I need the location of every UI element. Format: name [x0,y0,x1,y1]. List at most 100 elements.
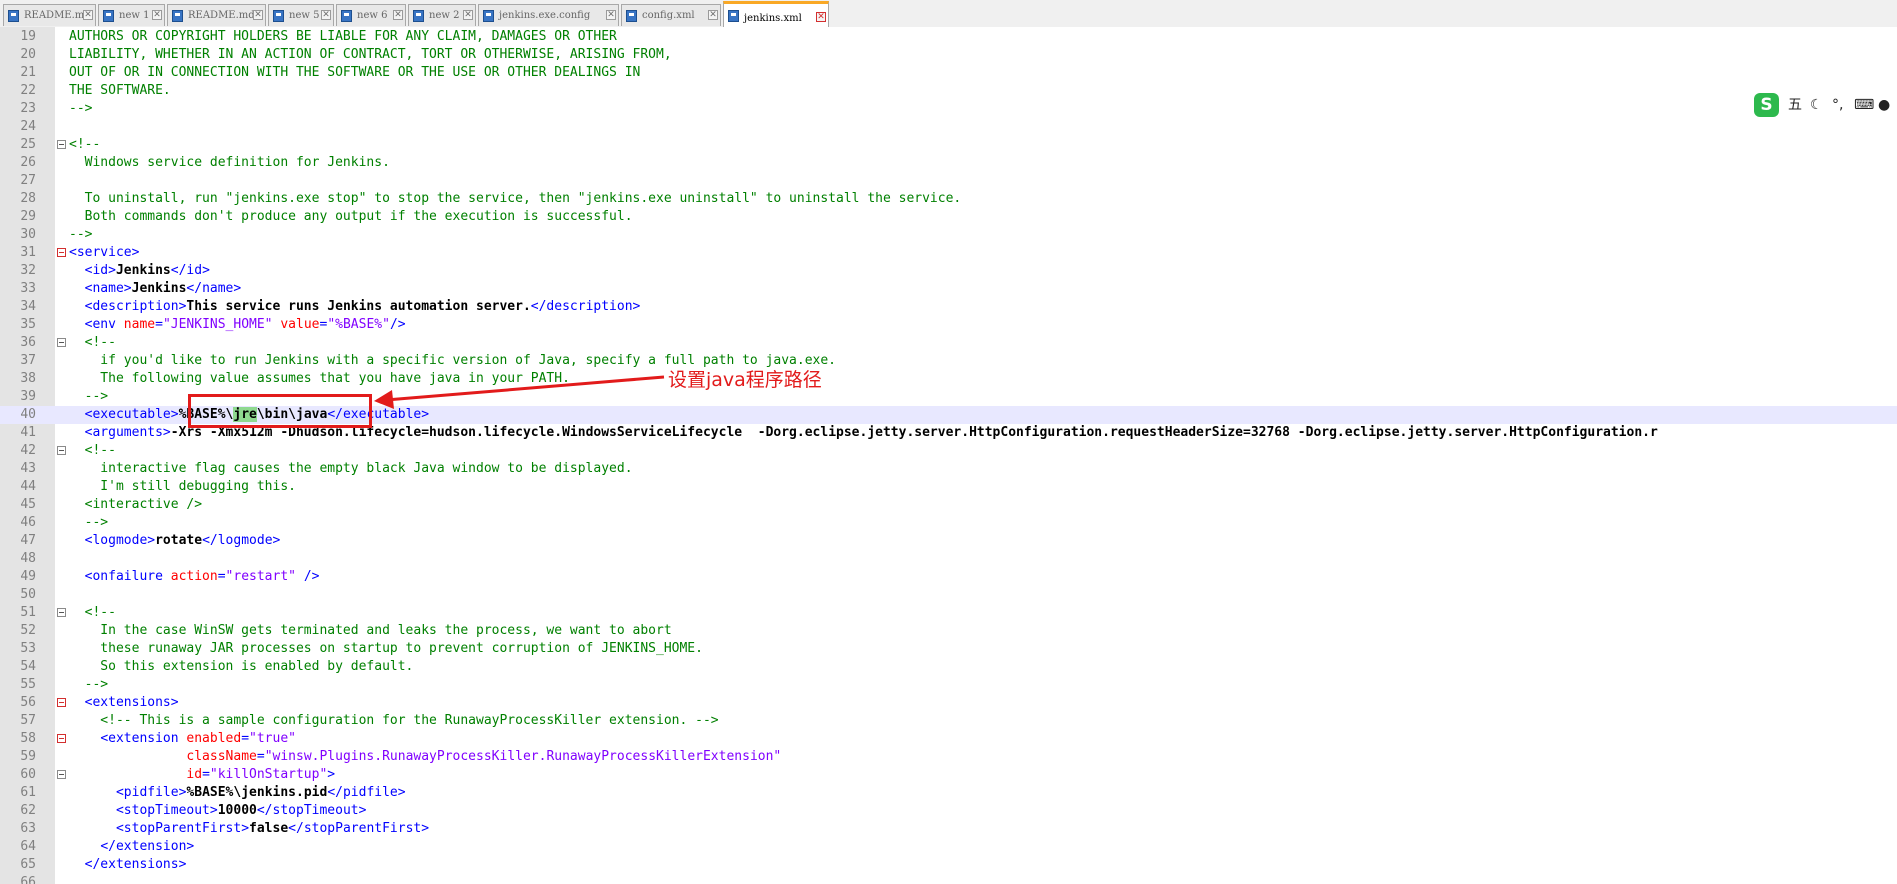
code-line[interactable]: 63 <stopParentFirst>false</stopParentFir… [0,820,1897,838]
close-icon[interactable]: ✕ [463,10,473,20]
tab-8[interactable]: config.xml ✕ [621,4,721,26]
close-icon[interactable]: ✕ [152,10,162,20]
tab-6[interactable]: new 2 ✕ [408,4,476,26]
code-line[interactable]: 52 In the case WinSW gets terminated and… [0,622,1897,640]
code-line[interactable]: 33 <name>Jenkins</name> [0,280,1897,298]
punctuation-icon[interactable]: °, [1832,95,1843,115]
code-line[interactable]: 30 --> [0,226,1897,244]
tab-4[interactable]: new 5 ✕ [268,4,334,26]
code-line[interactable]: 57 <!-- This is a sample configuration f… [0,712,1897,730]
fold-toggle-icon[interactable] [57,248,66,257]
code-token: = [202,767,210,782]
fold-toggle-icon[interactable] [57,770,66,779]
code-line[interactable]: 60 id="killOnStartup"> [0,766,1897,784]
close-icon[interactable]: ✕ [708,10,718,20]
code-line[interactable]: 34 <description>This service runs Jenkin… [0,298,1897,316]
fold-toggle-icon[interactable] [57,140,66,149]
code-line[interactable]: 46 --> [0,514,1897,532]
tab-label: README.md [24,10,91,21]
close-icon[interactable]: ✕ [816,12,826,22]
code-line[interactable]: 59 className="winsw.Plugins.RunawayProce… [0,748,1897,766]
ime-toolbar[interactable]: S 五 ☾ °, ⌨ ● [1752,91,1897,119]
code-line[interactable]: 28 To uninstall, run "jenkins.exe stop" … [0,190,1897,208]
line-number: 21 [20,65,36,80]
code-line[interactable]: 37 if you'd like to run Jenkins with a s… [0,352,1897,370]
fold-toggle-icon[interactable] [57,446,66,455]
line-number: 37 [20,353,36,368]
close-icon[interactable]: ✕ [393,10,403,20]
code-line[interactable]: 54 So this extension is enabled by defau… [0,658,1897,676]
code-line[interactable]: 64 </extension> [0,838,1897,856]
code-line[interactable]: 51 <!-- [0,604,1897,622]
input-mode-indicator[interactable]: 五 [1788,95,1802,115]
code-token: = [217,569,226,584]
code-line[interactable]: 36 <!-- [0,334,1897,352]
moon-icon[interactable]: ☾ [1810,95,1823,115]
code-token: </pidfile> [327,785,406,800]
line-number: 38 [20,371,36,386]
close-icon[interactable]: ✕ [606,10,616,20]
tab-5[interactable]: new 6 ✕ [336,4,406,26]
fold-toggle-icon[interactable] [57,338,66,347]
close-icon[interactable]: ✕ [83,10,93,20]
code-line[interactable]: 53 these runaway JAR processes on startu… [0,640,1897,658]
fold-toggle-icon[interactable] [57,608,66,617]
code-token: <onfailure [84,569,171,584]
code-line[interactable]: 24 [0,118,1897,136]
code-token: LIABILITY, WHETHER IN AN ACTION OF CONTR… [69,47,672,62]
code-line[interactable]: 21 OUT OF OR IN CONNECTION WITH THE SOFTW… [0,64,1897,82]
code-line[interactable]: 47 <logmode>rotate</logmode> [0,532,1897,550]
code-line[interactable]: 19 AUTHORS OR COPYRIGHT HOLDERS BE LIABLE… [0,28,1897,46]
tab-9[interactable]: jenkins.xml ✕ [723,1,829,27]
sogou-logo-icon[interactable]: S [1754,93,1779,117]
tab-bar: README.md ✕ new 1 ✕ README.md ✕ new 5 ✕ new 6 ✕ ne… [0,0,1897,28]
code-token: <logmode> [84,533,156,548]
line-number: 65 [20,857,36,872]
code-token: <!-- [69,335,116,350]
code-line[interactable]: 20 LIABILITY, WHETHER IN AN ACTION OF CON… [0,46,1897,64]
tab-3[interactable]: README.md ✕ [167,4,266,26]
code-line[interactable]: 55 --> [0,676,1897,694]
code-line[interactable]: 32 <id>Jenkins</id> [0,262,1897,280]
code-line[interactable]: 31 <service> [0,244,1897,262]
code-token: <id> [84,263,116,278]
code-line[interactable]: 62 <stopTimeout>10000</stopTimeout> [0,802,1897,820]
code-line[interactable]: 25 <!-- [0,136,1897,154]
code-line[interactable]: 49 <onfailure action="restart" /> [0,568,1897,586]
fold-toggle-icon[interactable] [57,734,66,743]
code-line[interactable]: 50 [0,586,1897,604]
code-token: 10000 [217,803,257,818]
code-line[interactable]: 26 Windows service definition for Jenkin… [0,154,1897,172]
code-line[interactable]: 48 [0,550,1897,568]
code-text: So this extension is enabled by default. [69,658,413,676]
code-line[interactable]: 35 <env name="JENKINS_HOME" value="%BASE… [0,316,1897,334]
fold-toggle-icon[interactable] [57,698,66,707]
code-line[interactable]: 44 I'm still debugging this. [0,478,1897,496]
line-number: 34 [20,299,36,314]
code-line[interactable]: 27 [0,172,1897,190]
code-line[interactable]: 56 <extensions> [0,694,1897,712]
close-icon[interactable]: ✕ [321,10,331,20]
user-icon[interactable]: ● [1878,95,1890,115]
code-line[interactable]: 29 Both commands don't produce any outpu… [0,208,1897,226]
code-line[interactable]: 61 <pidfile>%BASE%\jenkins.pid</pidfile> [0,784,1897,802]
close-icon[interactable]: ✕ [253,10,263,20]
code-editor[interactable]: 19 AUTHORS OR COPYRIGHT HOLDERS BE LIABLE… [0,27,1897,884]
code-line[interactable]: 42 <!-- [0,442,1897,460]
code-line[interactable]: 23 --> [0,100,1897,118]
code-line[interactable]: 43 interactive flag causes the empty bla… [0,460,1897,478]
keyboard-icon[interactable]: ⌨ [1854,95,1874,115]
code-line[interactable]: 22 THE SOFTWARE. [0,82,1897,100]
code-line[interactable]: 65 </extensions> [0,856,1897,874]
annotation-label: 设置java程序路径 [668,369,822,391]
tab-2[interactable]: new 1 ✕ [98,4,165,26]
code-line[interactable]: 38 The following value assumes that you … [0,370,1897,388]
tab-7[interactable]: jenkins.exe.config ✕ [478,4,619,26]
tab-1[interactable]: README.md ✕ [3,4,96,26]
code-line[interactable]: 66 [0,874,1897,884]
code-token: = [155,317,163,332]
code-line[interactable]: 58 <extension enabled="true" [0,730,1897,748]
code-token: Both commands don't produce any output i… [69,209,633,224]
code-line[interactable]: 45 <interactive /> [0,496,1897,514]
